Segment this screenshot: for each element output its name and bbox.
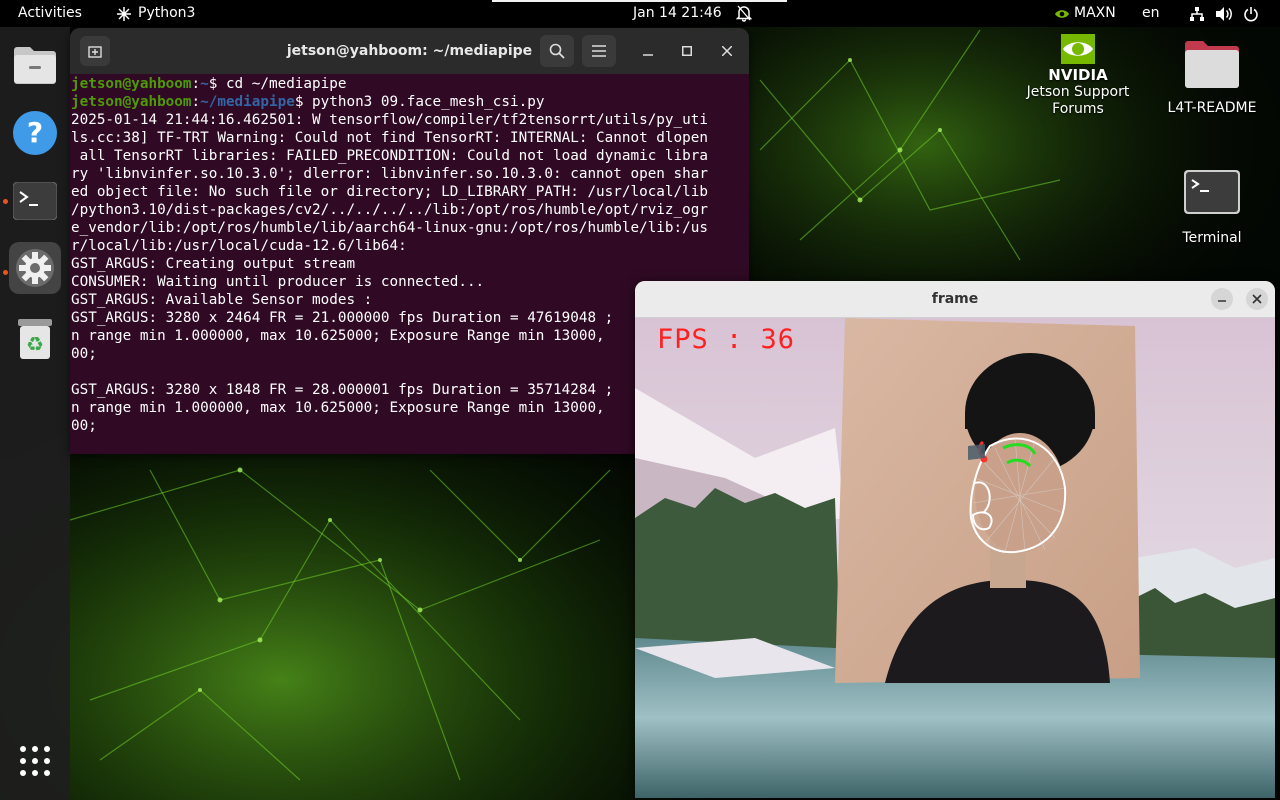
network-icon [1190,6,1204,21]
minimize-icon [1218,300,1226,302]
dock-running-indicator [3,199,8,204]
terminal-titlebar[interactable]: jetson@yahboom: ~/mediapipe [70,28,749,74]
recycle-icon: ♻ [18,319,52,359]
dock-help[interactable]: ? [9,107,61,159]
frame-minimize-button[interactable] [1211,288,1233,310]
prompt-user: jetson@yahboom [71,94,192,110]
apps-grid-icon [20,746,50,776]
desktop-icon-jetson-forums[interactable]: NVIDIA Jetson Support Forums [1020,34,1136,118]
svg-text:?: ? [27,116,43,149]
activities-button[interactable]: Activities [18,0,82,27]
nvidia-power-mode[interactable]: MAXN [1054,0,1116,27]
clock[interactable]: Jan 14 21:46 [633,0,722,27]
terminal-icon [1184,170,1240,214]
nvidia-logo-icon [1061,34,1095,64]
desktop-icon-terminal[interactable]: Terminal [1160,170,1264,246]
terminal-prompt-line: jetson@yahboom:~/mediapipe$ python3 09.f… [71,93,741,111]
terminal-close-button[interactable] [715,39,739,63]
help-icon: ? [13,111,57,155]
svg-text:♻: ♻ [26,332,44,356]
close-icon [722,46,732,56]
top-bar: Activities Python3 Jan 14 21:46 MAXN en [0,0,1280,27]
app-menu[interactable]: Python3 [116,0,195,27]
terminal-search-button[interactable] [540,35,574,67]
close-icon [1252,294,1262,304]
nvidia-wordmark: NVIDIA [1048,66,1108,84]
prompt-separator: : [191,94,201,110]
hamburger-menu-icon [592,45,606,57]
search-icon [549,43,565,59]
python-app-icon [117,6,131,21]
minimize-icon [643,54,653,56]
prompt-command: $ cd ~/mediapipe [208,76,347,92]
new-tab-button[interactable] [80,36,110,66]
nvidia-eye-icon [1055,9,1069,18]
system-status-menu[interactable] [1189,0,1259,27]
maximize-icon [682,46,692,56]
power-icon [1244,6,1258,21]
app-name: Python3 [138,5,196,21]
dock-running-indicator [3,270,8,275]
dock-terminal[interactable] [9,175,61,227]
folder-icon [14,47,56,84]
desktop-icon-l4t-readme[interactable]: L4T-README [1160,38,1264,116]
dock: ? ♻ [0,27,70,800]
desktop-icon-label: Jetson Support Forums [1026,84,1130,117]
keyboard-language[interactable]: en [1142,0,1160,27]
prompt-user: jetson@yahboom [71,76,192,92]
dock-trash[interactable]: ♻ [9,313,61,365]
prompt-path: ~/mediapipe [200,94,295,110]
desktop-icon-label: Terminal [1182,230,1242,246]
prompt-separator: : [191,76,201,92]
new-tab-icon [88,46,102,58]
folder-icon [1185,41,1239,88]
power-mode-label: MAXN [1074,5,1116,21]
terminal-prompt-line: jetson@yahboom:~$ cd ~/mediapipe [71,75,741,93]
camera-feed [635,318,1275,798]
gear-icon [16,249,54,287]
terminal-icon [13,182,57,220]
frame-close-button[interactable] [1246,288,1268,310]
notification-bell-icon[interactable] [735,4,753,22]
terminal-maximize-button[interactable] [675,39,699,63]
fps-overlay: FPS : 36 [657,324,796,355]
desktop-icon-label: L4T-README [1167,100,1257,116]
dock-files[interactable] [9,39,61,91]
prompt-command: $ python3 09.face_mesh_csi.py [294,94,545,110]
dock-settings[interactable] [9,242,61,294]
volume-icon [1216,6,1232,21]
show-apps-button[interactable] [9,735,61,787]
prompt-path: ~ [200,76,209,92]
terminal-menu-button[interactable] [582,35,616,67]
terminal-minimize-button[interactable] [636,39,660,63]
frame-titlebar[interactable]: frame [635,281,1275,318]
frame-window[interactable]: frame FPS: 36 [635,281,1275,798]
frame-title: frame [931,291,979,307]
